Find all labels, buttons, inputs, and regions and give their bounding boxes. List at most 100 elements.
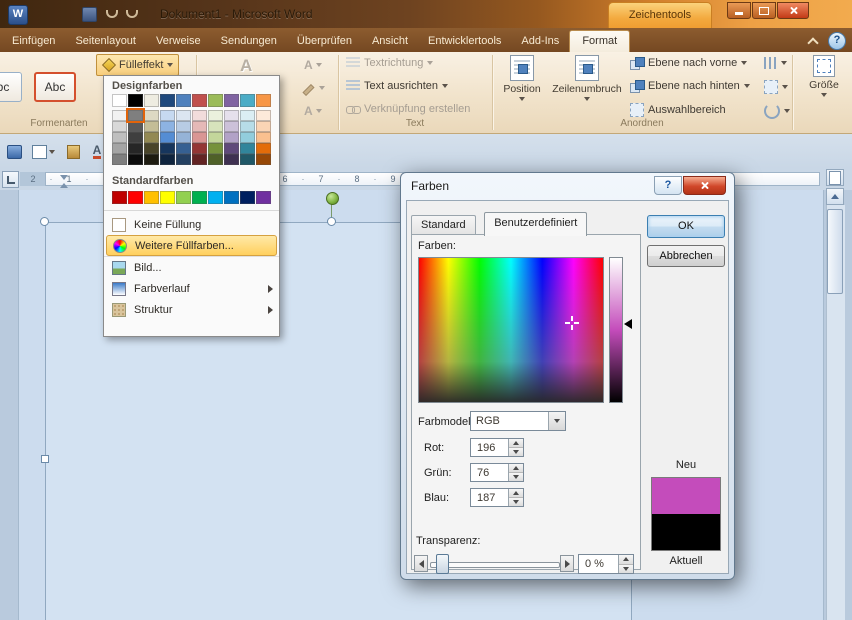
spin-up-button[interactable] [509,489,523,498]
verknuepfung-button[interactable]: Verknüpfung erstellen [346,103,470,115]
theme-color-swatch[interactable] [192,121,207,132]
align-objects-button[interactable] [764,57,787,69]
groesse-button[interactable]: Größe [798,52,850,114]
minimize-ribbon-icon[interactable] [806,35,820,47]
ebene-vorne-button[interactable]: Ebene nach vorne [630,57,747,69]
spin-up-button[interactable] [509,439,523,448]
theme-color-swatch[interactable] [144,94,159,107]
menu-item-picture[interactable]: Bild... [104,256,279,278]
text-outline-button[interactable] [300,77,336,98]
theme-color-swatch[interactable] [144,121,159,132]
theme-color-swatch[interactable] [176,132,191,143]
standard-color-swatch[interactable] [144,191,159,204]
spin-down-button[interactable] [619,565,633,574]
tab-seitenlayout[interactable]: Seitenlayout [65,31,146,52]
theme-color-swatch[interactable] [256,143,271,154]
spin-down-button[interactable] [509,473,523,481]
minimize-button[interactable] [727,2,751,19]
restore-button[interactable] [752,2,776,19]
wordart-style-thumbnail[interactable]: A [240,56,252,76]
spin-up-button[interactable] [509,464,523,473]
theme-color-swatch[interactable] [208,132,223,143]
theme-color-swatch[interactable] [176,154,191,165]
dialog-help-button[interactable]: ? [654,176,682,195]
theme-color-swatch[interactable] [256,94,271,107]
farbmodell-dropdown[interactable]: RGB [470,411,566,431]
menu-item-gradient[interactable]: Farbverlauf [104,278,279,299]
theme-color-swatch[interactable] [208,121,223,132]
theme-color-swatch[interactable] [144,132,159,143]
theme-color-swatch[interactable] [256,132,271,143]
spin-up-button[interactable] [619,555,633,565]
theme-color-swatch[interactable] [128,94,143,107]
transparenz-slider-thumb[interactable] [436,554,449,574]
tab-add-ins[interactable]: Add-Ins [511,31,569,52]
text-ausrichten-button[interactable]: Text ausrichten [346,80,448,92]
standard-color-swatch[interactable] [112,191,127,204]
tab--berpr-fen[interactable]: Überprüfen [287,31,362,52]
scroll-up-button[interactable] [826,188,844,205]
theme-color-swatch[interactable] [224,94,239,107]
resize-handle-top-left[interactable] [40,217,49,226]
tab-entwicklertools[interactable]: Entwicklertools [418,31,511,52]
theme-color-swatch[interactable] [112,110,127,121]
save-icon[interactable] [82,7,97,22]
theme-color-swatch[interactable] [160,94,175,107]
theme-color-swatch[interactable] [112,94,127,107]
standard-color-swatch[interactable] [176,191,191,204]
theme-color-swatch[interactable] [208,143,223,154]
theme-color-swatch[interactable] [144,110,159,121]
theme-color-swatch[interactable] [112,154,127,165]
theme-color-swatch[interactable] [240,143,255,154]
tab-selector-button[interactable] [2,171,19,188]
scrollbar-thumb[interactable] [827,209,843,294]
theme-color-swatch[interactable] [224,154,239,165]
theme-color-swatch[interactable] [112,143,127,154]
format-painter-button[interactable] [62,142,84,162]
theme-color-swatch[interactable] [224,110,239,121]
standard-color-swatch[interactable] [128,191,143,204]
theme-color-swatch[interactable] [176,143,191,154]
theme-color-swatch[interactable] [128,110,143,121]
resize-handle-mid-left[interactable] [41,455,49,463]
theme-color-swatch[interactable] [240,121,255,132]
shape-style-thumbnail-selected[interactable]: Abc [34,72,76,102]
dialog-close-button[interactable] [683,176,726,195]
table-toolbar-button[interactable] [28,142,58,162]
theme-color-swatch[interactable] [208,110,223,121]
menu-item-texture[interactable]: Struktur [104,299,279,320]
theme-color-swatch[interactable] [160,110,175,121]
theme-color-swatch[interactable] [144,154,159,165]
close-button[interactable] [777,2,809,19]
theme-color-swatch[interactable] [208,154,223,165]
gruen-field[interactable]: 76 [470,463,524,482]
theme-color-swatch[interactable] [160,132,175,143]
menu-item-more-colors[interactable]: Weitere Füllfarben... [106,235,277,256]
help-button[interactable]: ? [828,32,846,50]
theme-color-swatch[interactable] [208,94,223,107]
zeilenumbruch-button[interactable]: Zeilenumbruch [550,52,624,114]
save-toolbar-button[interactable] [3,142,25,162]
theme-color-swatch[interactable] [256,154,271,165]
undo-icon[interactable] [104,7,117,20]
ok-button[interactable]: OK [647,215,725,238]
theme-color-swatch[interactable] [128,121,143,132]
ruler-toggle-button[interactable] [826,169,844,186]
slider-left-button[interactable] [414,555,428,572]
menu-item-no-fill[interactable]: Keine Füllung [104,214,279,235]
text-effects-button[interactable]: A [300,100,336,121]
group-objects-button[interactable] [764,80,788,94]
theme-color-swatch[interactable] [192,110,207,121]
theme-color-swatch[interactable] [240,94,255,107]
theme-color-swatch[interactable] [240,154,255,165]
text-fill-button[interactable]: A [300,54,336,75]
redo-icon[interactable] [124,7,137,20]
theme-color-swatch[interactable] [176,94,191,107]
standard-color-swatch[interactable] [256,191,271,204]
hanging-indent-marker[interactable] [60,183,68,188]
theme-color-swatch[interactable] [128,143,143,154]
theme-color-swatch[interactable] [240,110,255,121]
tab-format[interactable]: Format [569,30,630,52]
theme-color-swatch[interactable] [256,121,271,132]
theme-color-swatch[interactable] [144,143,159,154]
